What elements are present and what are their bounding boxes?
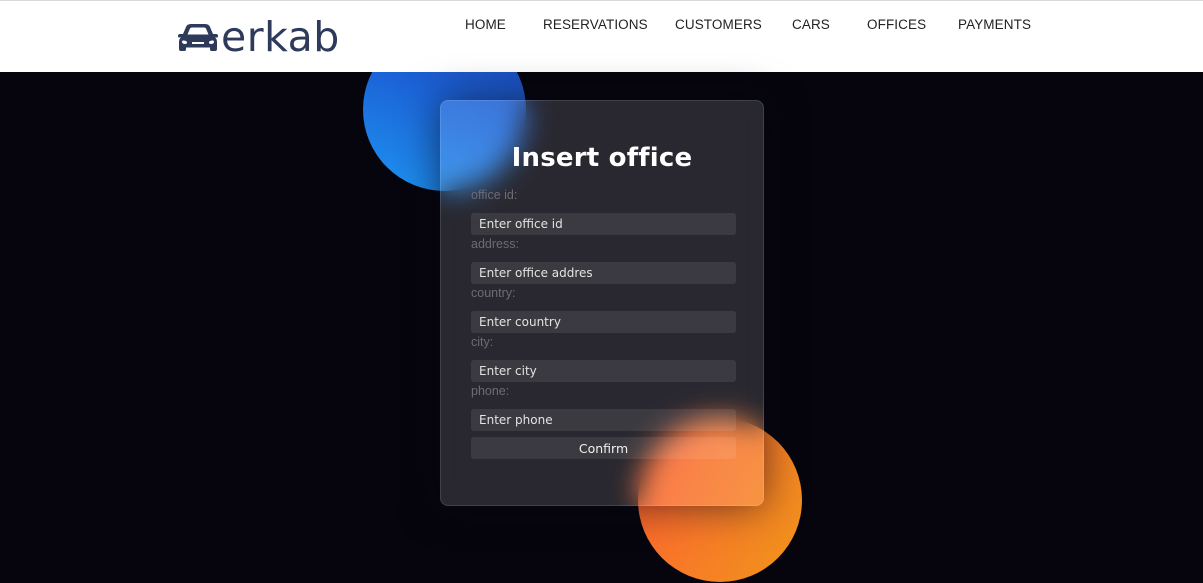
- logo-text: erkab: [221, 13, 340, 61]
- car-icon: [178, 24, 218, 51]
- office-id-label: office id:: [471, 188, 518, 202]
- confirm-button[interactable]: Confirm: [471, 437, 736, 459]
- city-label: city:: [471, 335, 494, 349]
- insert-office-form: Insert office office id: address: countr…: [440, 100, 764, 506]
- nav-cars[interactable]: CARS: [792, 17, 830, 32]
- brand-logo[interactable]: erkab: [177, 15, 340, 59]
- nav-reservations[interactable]: RESERVATIONS: [543, 17, 648, 32]
- top-header: erkab HOME RESERVATIONS CUSTOMERS CARS O…: [0, 0, 1203, 72]
- address-input[interactable]: [471, 262, 736, 284]
- nav-payments[interactable]: PAYMENTS: [958, 17, 1031, 32]
- office-id-input[interactable]: [471, 213, 736, 235]
- form-title: Insert office: [511, 143, 693, 173]
- nav-customers[interactable]: CUSTOMERS: [675, 17, 762, 32]
- phone-label: phone:: [471, 384, 510, 398]
- country-label: country:: [471, 286, 516, 300]
- nav-home[interactable]: HOME: [465, 17, 506, 32]
- country-input[interactable]: [471, 311, 736, 333]
- address-label: address:: [471, 237, 519, 251]
- city-input[interactable]: [471, 360, 736, 382]
- phone-input[interactable]: [471, 409, 736, 431]
- nav-offices[interactable]: OFFICES: [867, 17, 926, 32]
